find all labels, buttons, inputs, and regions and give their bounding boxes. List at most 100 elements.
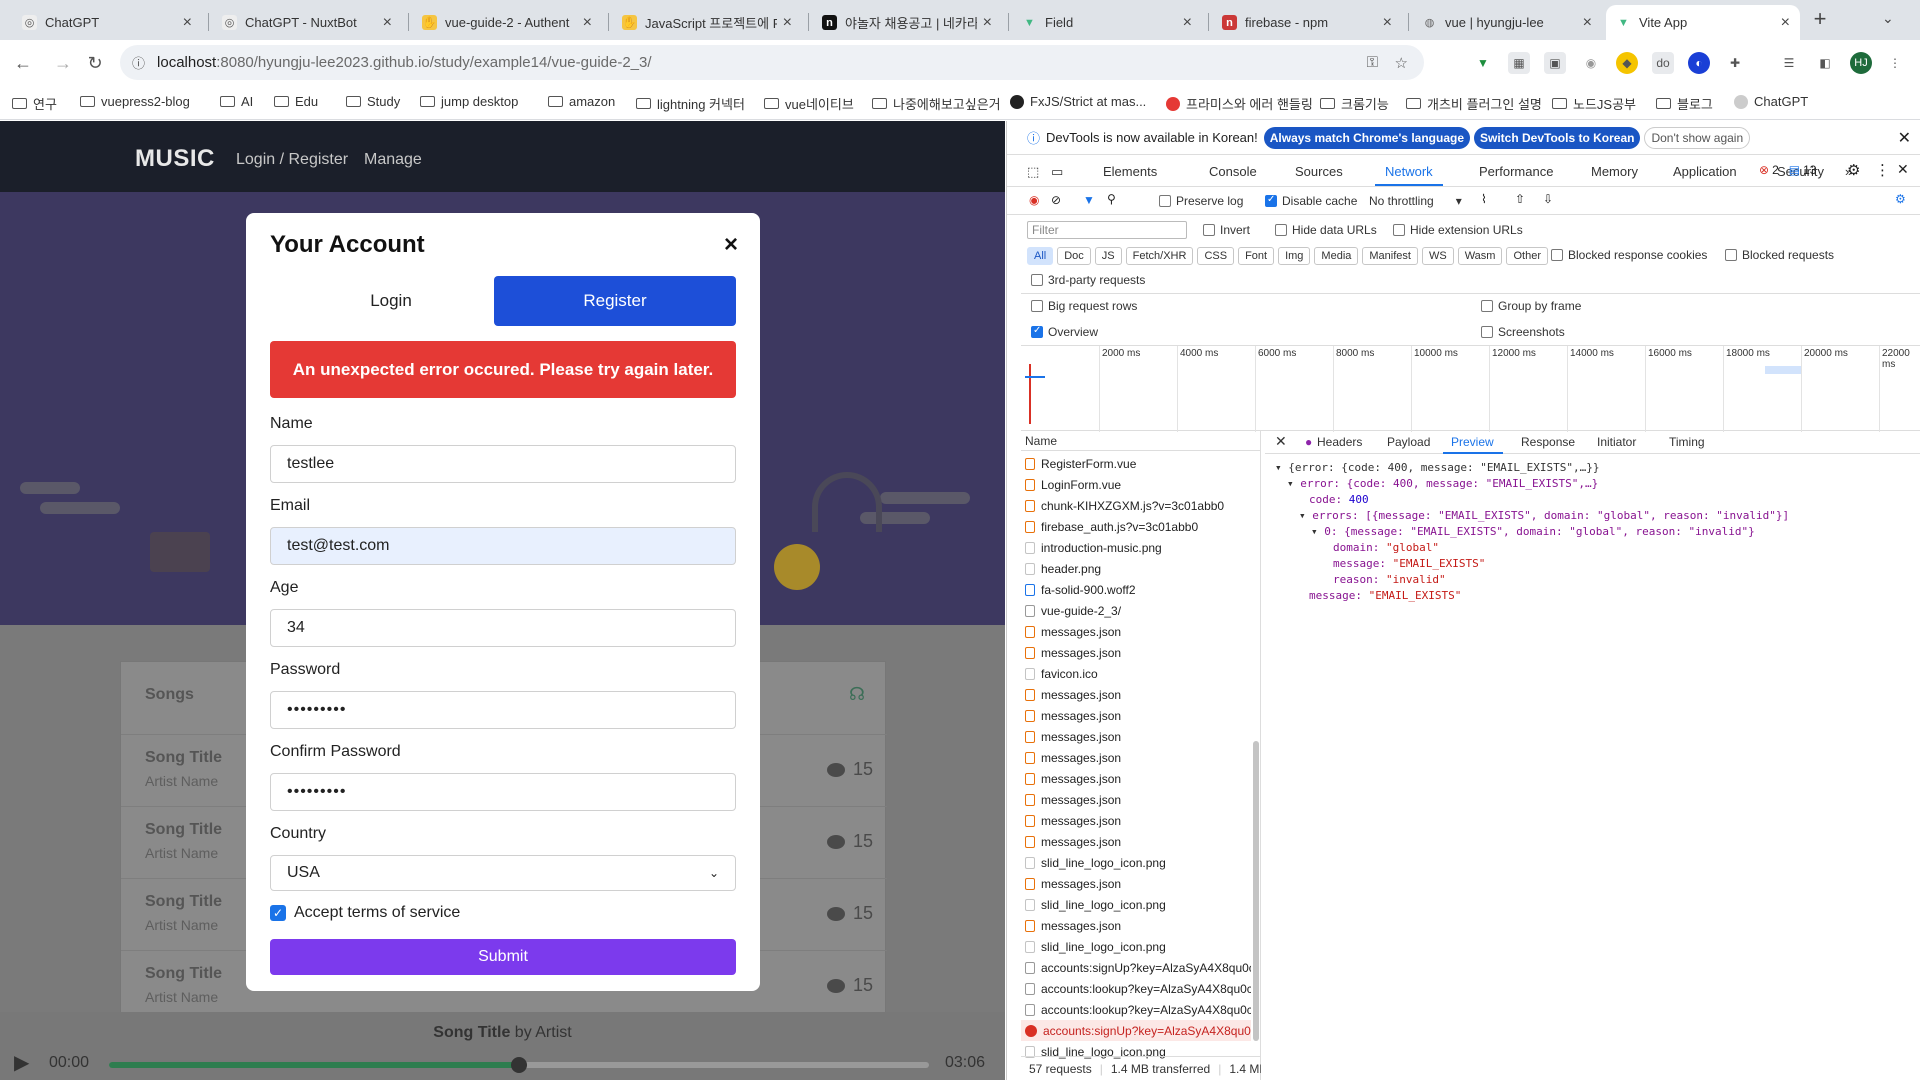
extension-icon[interactable]: ◐ bbox=[1688, 52, 1710, 74]
close-tab-icon[interactable]: × bbox=[783, 14, 792, 32]
settings-gear-icon[interactable]: ⚙ bbox=[1847, 161, 1860, 179]
import-har-icon[interactable]: ⇧ bbox=[1515, 192, 1525, 206]
request-row[interactable]: messages.json bbox=[1021, 684, 1251, 705]
browser-tab[interactable]: ◎ ChatGPT × bbox=[12, 5, 202, 40]
avatar[interactable]: HJ bbox=[1850, 52, 1872, 74]
bookmark-star-icon[interactable]: ☆ bbox=[1395, 54, 1408, 72]
name-input[interactable]: testlee bbox=[270, 445, 736, 483]
blocked-cookies-checkbox[interactable] bbox=[1551, 249, 1563, 261]
new-tab-button[interactable]: + bbox=[1806, 6, 1834, 32]
side-panel-icon[interactable]: ◧ bbox=[1814, 52, 1836, 74]
chip-other[interactable]: Other bbox=[1506, 247, 1548, 265]
request-row[interactable]: favicon.ico bbox=[1021, 663, 1251, 684]
tab-sources[interactable]: Sources bbox=[1295, 164, 1343, 179]
blocked-cookies-toggle[interactable]: Blocked response cookies bbox=[1551, 248, 1707, 262]
close-tab-icon[interactable]: × bbox=[583, 14, 592, 32]
request-row[interactable]: accounts:signUp?key=AlzaSyA4X8qu0c... bbox=[1021, 1020, 1251, 1041]
tab-performance[interactable]: Performance bbox=[1479, 164, 1553, 179]
vue-devtools-icon[interactable]: ▼ bbox=[1472, 52, 1494, 74]
request-row[interactable]: messages.json bbox=[1021, 789, 1251, 810]
song-title[interactable]: Song Title bbox=[145, 821, 222, 839]
scrollbar[interactable] bbox=[1253, 741, 1259, 1041]
tab-console[interactable]: Console bbox=[1209, 164, 1257, 179]
overview-checkbox[interactable] bbox=[1031, 325, 1043, 338]
bookmark-item[interactable]: ChatGPT bbox=[1734, 94, 1808, 109]
tab-search-icon[interactable]: ⌄ bbox=[1882, 10, 1894, 27]
close-icon[interactable]: ✕ bbox=[1898, 128, 1911, 148]
chip-js[interactable]: JS bbox=[1094, 247, 1122, 265]
network-overview[interactable]: 2000 ms 4000 ms 6000 ms 8000 ms 10000 ms… bbox=[1021, 345, 1920, 432]
invert-toggle[interactable]: Invert bbox=[1203, 223, 1250, 237]
bookmark-item[interactable]: Study bbox=[346, 94, 400, 109]
browser-tab[interactable]: n 야놀자 채용공고 | 네카라쿠 × bbox=[812, 5, 1002, 40]
bookmark-item[interactable]: 블로그 bbox=[1656, 94, 1713, 113]
email-input[interactable]: test@test.com bbox=[270, 527, 736, 565]
chip-media[interactable]: Media bbox=[1314, 247, 1359, 265]
network-settings-icon[interactable]: ⚙ bbox=[1895, 192, 1906, 206]
json-errors[interactable]: ▾ errors: [{message: "EMAIL_EXISTS", dom… bbox=[1299, 509, 1789, 522]
close-tab-icon[interactable]: × bbox=[1183, 14, 1192, 32]
metamask-icon[interactable]: ◆ bbox=[1616, 52, 1638, 74]
browser-tab[interactable]: ◍ vue | hyungju-lee × bbox=[1412, 5, 1602, 40]
request-row[interactable]: messages.json bbox=[1021, 831, 1251, 852]
hide-data-urls-checkbox[interactable] bbox=[1275, 224, 1287, 236]
bookmark-item[interactable]: Edu bbox=[274, 94, 318, 109]
close-tab-icon[interactable]: × bbox=[383, 14, 392, 32]
song-title[interactable]: Song Title bbox=[145, 893, 222, 911]
bookmark-item[interactable]: amazon bbox=[548, 94, 615, 109]
preserve-log-checkbox[interactable] bbox=[1159, 195, 1171, 207]
hide-data-urls-toggle[interactable]: Hide data URLs bbox=[1275, 223, 1377, 237]
hide-ext-urls-checkbox[interactable] bbox=[1393, 224, 1405, 236]
country-select[interactable]: USA ⌄ bbox=[270, 855, 736, 891]
json-errors-0[interactable]: ▾ 0: {message: "EMAIL_EXISTS", domain: "… bbox=[1311, 525, 1755, 538]
bookmark-item[interactable]: AI bbox=[220, 94, 253, 109]
close-icon[interactable]: ✕ bbox=[1275, 433, 1287, 450]
invert-checkbox[interactable] bbox=[1203, 224, 1215, 236]
network-conditions-icon[interactable]: ⌇ bbox=[1481, 192, 1487, 206]
browser-tab-active[interactable]: ▼ Vite App × bbox=[1606, 5, 1800, 40]
json-root[interactable]: ▾ {error: {code: 400, message: "EMAIL_EX… bbox=[1275, 461, 1600, 474]
forward-icon[interactable]: → bbox=[48, 48, 78, 78]
bookmark-item[interactable]: jump desktop bbox=[420, 94, 518, 109]
confirm-password-input[interactable]: ••••••••• bbox=[270, 773, 736, 811]
chip-all[interactable]: All bbox=[1027, 247, 1054, 265]
request-row[interactable]: messages.json bbox=[1021, 810, 1251, 831]
close-devtools-icon[interactable]: ✕ bbox=[1897, 161, 1909, 178]
request-row[interactable]: chunk-KIHXZGXM.js?v=3c01abb0 bbox=[1021, 495, 1251, 516]
extension-icon[interactable]: ▦ bbox=[1508, 52, 1530, 74]
request-row[interactable]: header.png bbox=[1021, 558, 1251, 579]
filter-icon[interactable]: ▼ bbox=[1083, 193, 1095, 207]
chip-doc[interactable]: Doc bbox=[1057, 247, 1091, 265]
request-row[interactable]: messages.json bbox=[1021, 873, 1251, 894]
tab-response[interactable]: Response bbox=[1521, 435, 1575, 449]
json-error[interactable]: ▾ error: {code: 400, message: "EMAIL_EXI… bbox=[1287, 477, 1598, 490]
close-tab-icon[interactable]: × bbox=[183, 14, 192, 32]
camera-icon[interactable]: ◉ bbox=[1580, 52, 1602, 74]
password-key-icon[interactable]: ⚿ bbox=[1367, 54, 1378, 71]
chip-css[interactable]: CSS bbox=[1197, 247, 1235, 265]
request-row[interactable]: accounts:signUp?key=AlzaSyA4X8qu0c... bbox=[1021, 957, 1251, 978]
request-row[interactable]: messages.json bbox=[1021, 642, 1251, 663]
address-bar[interactable]: ⓘ localhost:8080/hyungju-lee2023.github.… bbox=[120, 45, 1424, 80]
extension-icon[interactable]: do bbox=[1652, 52, 1674, 74]
chip-img[interactable]: Img bbox=[1278, 247, 1311, 265]
tab-login[interactable]: Login bbox=[270, 276, 512, 326]
chip-font[interactable]: Font bbox=[1238, 247, 1275, 265]
name-column-header[interactable]: Name bbox=[1021, 431, 1260, 451]
bookmark-item[interactable]: 연구 bbox=[12, 94, 57, 113]
throttling-select[interactable]: No throttling ▾ bbox=[1369, 194, 1462, 208]
more-options-icon[interactable]: ⋮ bbox=[1875, 161, 1890, 179]
tab-timing[interactable]: Timing bbox=[1669, 435, 1705, 449]
third-party-toggle[interactable]: 3rd-party requests bbox=[1031, 273, 1145, 287]
request-row[interactable]: messages.json bbox=[1021, 726, 1251, 747]
browser-tab[interactable]: n firebase - npm × bbox=[1212, 5, 1402, 40]
search-icon[interactable]: ⚲ bbox=[1107, 192, 1116, 206]
device-toolbar-icon[interactable]: ▭ bbox=[1051, 164, 1063, 180]
reading-list-icon[interactable]: ☰ bbox=[1778, 52, 1800, 74]
bookmark-item[interactable]: FxJS/Strict at mas... bbox=[1010, 94, 1146, 109]
chip-manifest[interactable]: Manifest bbox=[1362, 247, 1418, 265]
back-icon[interactable]: ← bbox=[8, 48, 38, 78]
request-row[interactable]: accounts:lookup?key=AlzaSyA4X8qu0cS... bbox=[1021, 999, 1251, 1020]
password-input[interactable]: ••••••••• bbox=[270, 691, 736, 729]
extension-icon[interactable]: ▣ bbox=[1544, 52, 1566, 74]
